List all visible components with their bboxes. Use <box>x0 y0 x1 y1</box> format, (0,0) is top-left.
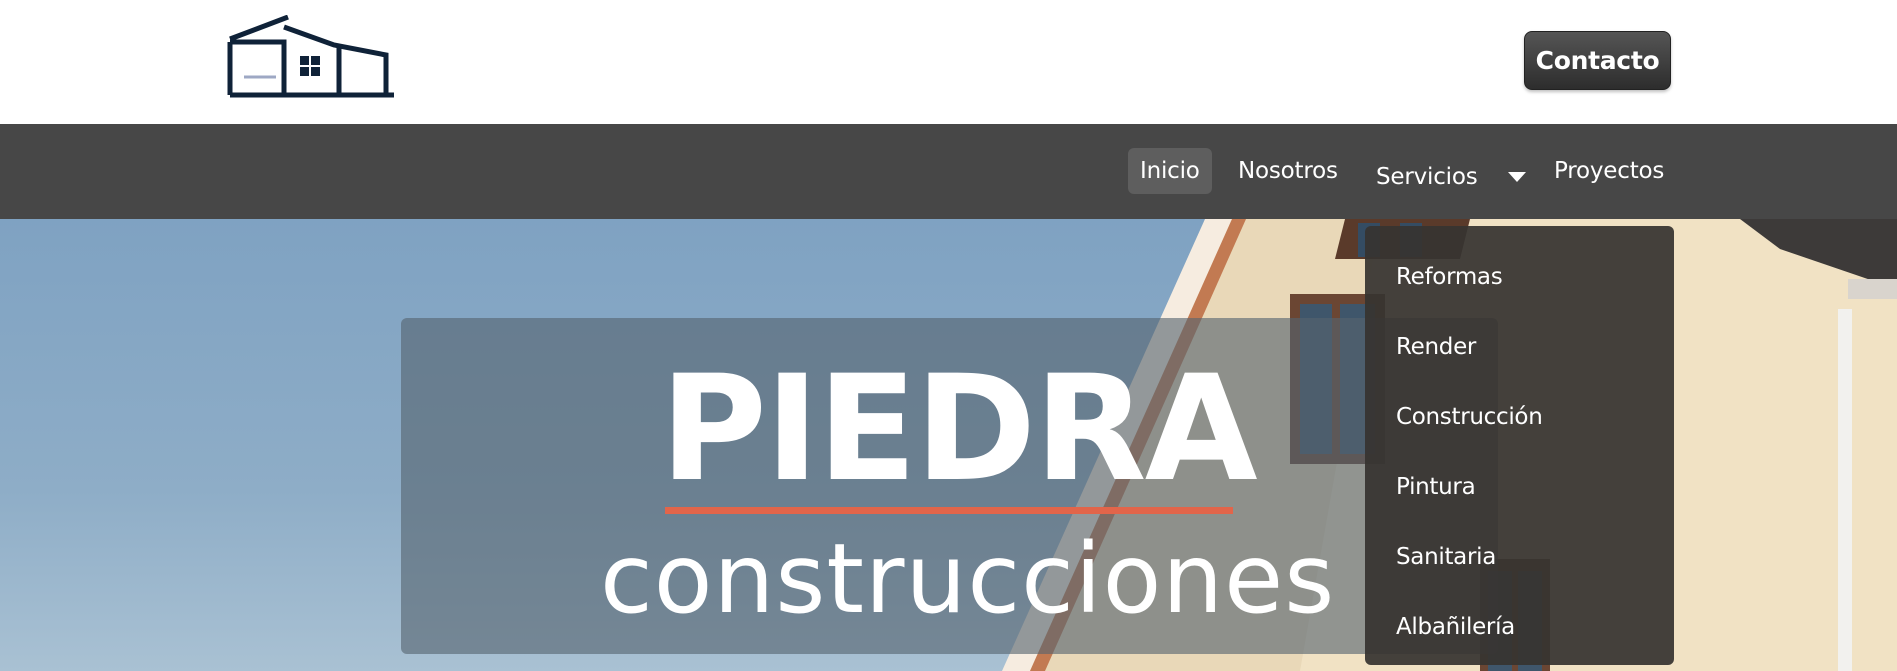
top-header: Contacto <box>0 0 1897 124</box>
dropdown-item-sanitaria[interactable]: Sanitaria <box>1396 544 1496 570</box>
main-navbar: Inicio Nosotros Servicios Proyectos <box>0 124 1897 219</box>
dropdown-item-albanileria[interactable]: Albañilería <box>1396 614 1515 640</box>
nav-item-proyectos[interactable]: Proyectos <box>1542 148 1676 194</box>
hero-subtitle: construcciones <box>600 523 1336 635</box>
dropdown-item-construccion[interactable]: Construcción <box>1396 404 1543 430</box>
dropdown-item-pintura[interactable]: Pintura <box>1396 474 1476 500</box>
contact-button[interactable]: Contacto <box>1524 31 1671 90</box>
dropdown-item-reformas[interactable]: Reformas <box>1396 264 1503 290</box>
title-underline <box>665 507 1233 514</box>
chevron-down-icon[interactable] <box>1508 172 1526 182</box>
hero-title: PIEDRA <box>660 344 1258 514</box>
servicios-dropdown-menu: Reformas Render Construcción Pintura San… <box>1365 226 1674 665</box>
house-logo-icon[interactable] <box>226 15 396 99</box>
dropdown-item-render[interactable]: Render <box>1396 334 1476 360</box>
nav-item-servicios[interactable]: Servicios <box>1364 154 1490 200</box>
nav-item-nosotros[interactable]: Nosotros <box>1226 148 1350 194</box>
nav-item-inicio[interactable]: Inicio <box>1128 148 1212 194</box>
